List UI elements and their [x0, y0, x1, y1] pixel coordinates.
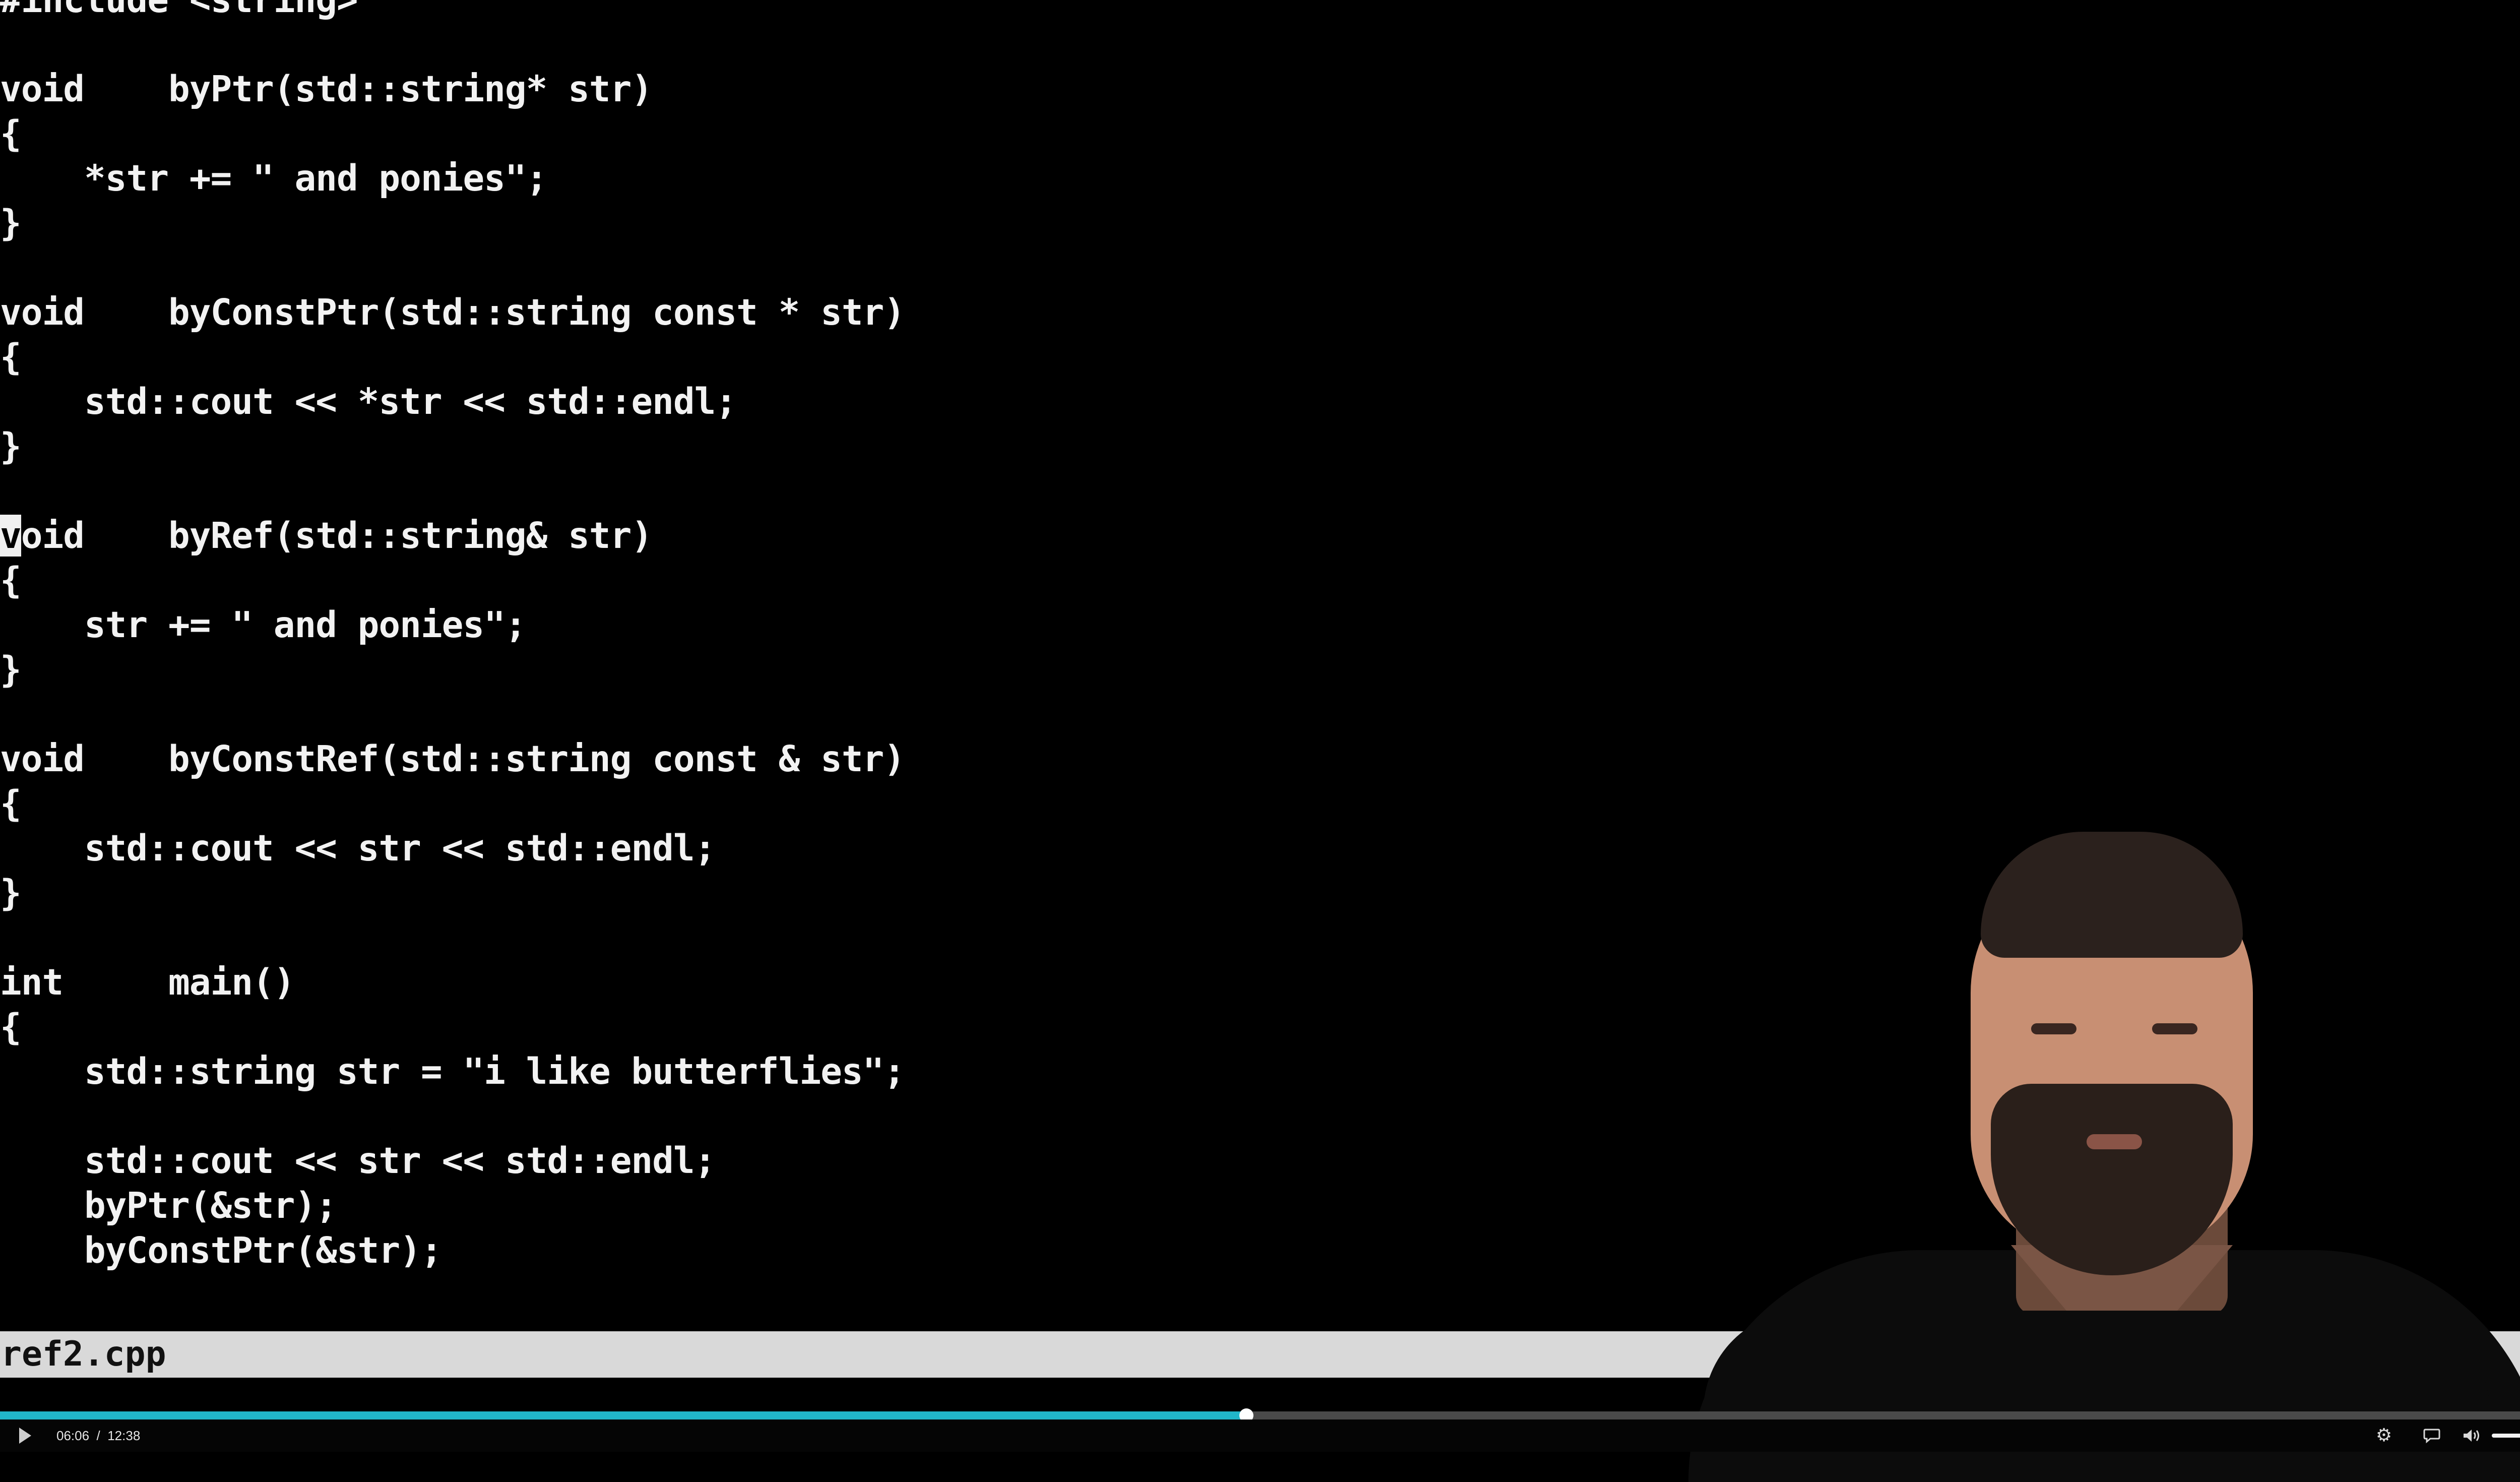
code-line: void byConstPtr(std::string const * str) — [0, 291, 905, 334]
duration: 12:38 — [107, 1428, 141, 1443]
current-time: 06:06 — [56, 1428, 90, 1443]
code-line: } — [0, 202, 22, 244]
code-line: { — [0, 782, 22, 825]
text-cursor: v — [0, 515, 22, 557]
play-icon[interactable] — [19, 1428, 31, 1444]
time-separator: / — [96, 1428, 100, 1443]
volume-glyph — [2464, 1430, 2479, 1442]
code-line: #include <string> — [0, 0, 2520, 23]
captions-bubble-icon[interactable] — [2417, 1419, 2447, 1452]
time-display: 06:06 / 12:38 — [56, 1419, 140, 1452]
code-line: str += " and ponies"; — [0, 604, 527, 646]
volume-slider[interactable] — [2492, 1434, 2520, 1438]
code-line: *str += " and ponies"; — [0, 157, 547, 200]
volume-icon[interactable] — [2456, 1419, 2487, 1452]
seek-bar[interactable] — [0, 1408, 2520, 1423]
presenter-eye — [2031, 1023, 2076, 1034]
seek-bar-played — [0, 1411, 1246, 1419]
presenter-shirt-overlap — [1704, 1311, 2490, 1411]
code-line: } — [0, 425, 22, 467]
presenter-mouth — [2087, 1134, 2142, 1149]
code-line-with-cursor: void byRef(std::string& str) — [0, 514, 2520, 559]
code-line: std::cout << *str << std::endl; — [0, 381, 737, 423]
volume-level — [2492, 1434, 2520, 1438]
code-line: { — [0, 559, 22, 601]
captions-bubble-glyph — [2423, 1429, 2440, 1444]
file-name: ref2.cpp — [1, 1334, 166, 1374]
code-line: } — [0, 648, 22, 691]
code-line: void byPtr(std::string* str) — [0, 68, 653, 110]
code-line: { — [0, 112, 22, 155]
settings-gear-icon[interactable]: ⚙ — [2369, 1419, 2399, 1452]
presenter-eye — [2152, 1023, 2197, 1034]
code-line-text: oid byRef(std::string& str) — [21, 515, 653, 557]
code-line: { — [0, 336, 22, 378]
code-line: void byConstRef(std::string const & str) — [0, 738, 905, 780]
player-controls: 06:06 / 12:38 ⚙ — [0, 1419, 2520, 1452]
video-frame[interactable]: #include <string> void byPtr(std::string… — [0, 0, 2520, 1482]
presenter-hair — [1981, 832, 2243, 958]
